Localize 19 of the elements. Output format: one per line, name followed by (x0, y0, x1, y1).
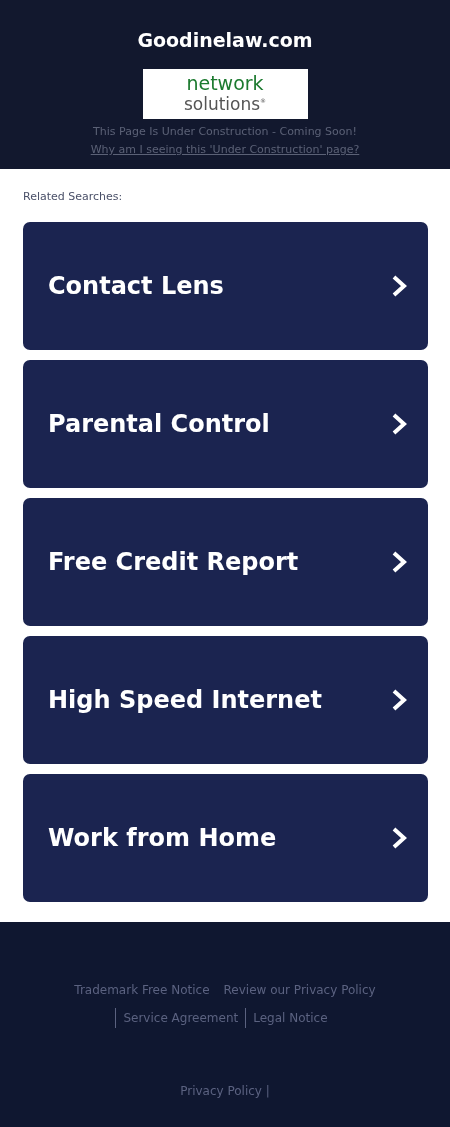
search-card[interactable]: Parental Control (23, 360, 428, 488)
chevron-icon (392, 551, 408, 573)
privacy-policy-link[interactable]: Privacy Policy | (180, 1084, 270, 1098)
footer-link[interactable]: Service Agreement (115, 1008, 246, 1028)
footer-link[interactable]: Legal Notice (245, 1008, 335, 1028)
logo: network solutions$^{®}$ (142, 69, 308, 119)
chevron-icon (392, 413, 408, 435)
related-searches-label: Related Searches: (23, 189, 124, 205)
footer-link[interactable]: Trademark Free Notice (67, 980, 217, 1000)
footer-link[interactable]: Review our Privacy Policy (216, 980, 383, 1000)
construction-notice: This Page Is Under Construction - Coming Soon! (93, 124, 357, 139)
search-card[interactable]: Contact Lens (23, 222, 428, 350)
chevron-icon (392, 827, 408, 849)
chevron-icon (392, 275, 408, 297)
search-card[interactable]: Work from Home (23, 774, 428, 902)
domain-title: Goodinelaw.com (137, 28, 313, 52)
search-card[interactable]: High Speed Internet (23, 636, 428, 764)
chevron-icon (392, 689, 408, 711)
search-card[interactable]: Free Credit Report (23, 498, 428, 626)
